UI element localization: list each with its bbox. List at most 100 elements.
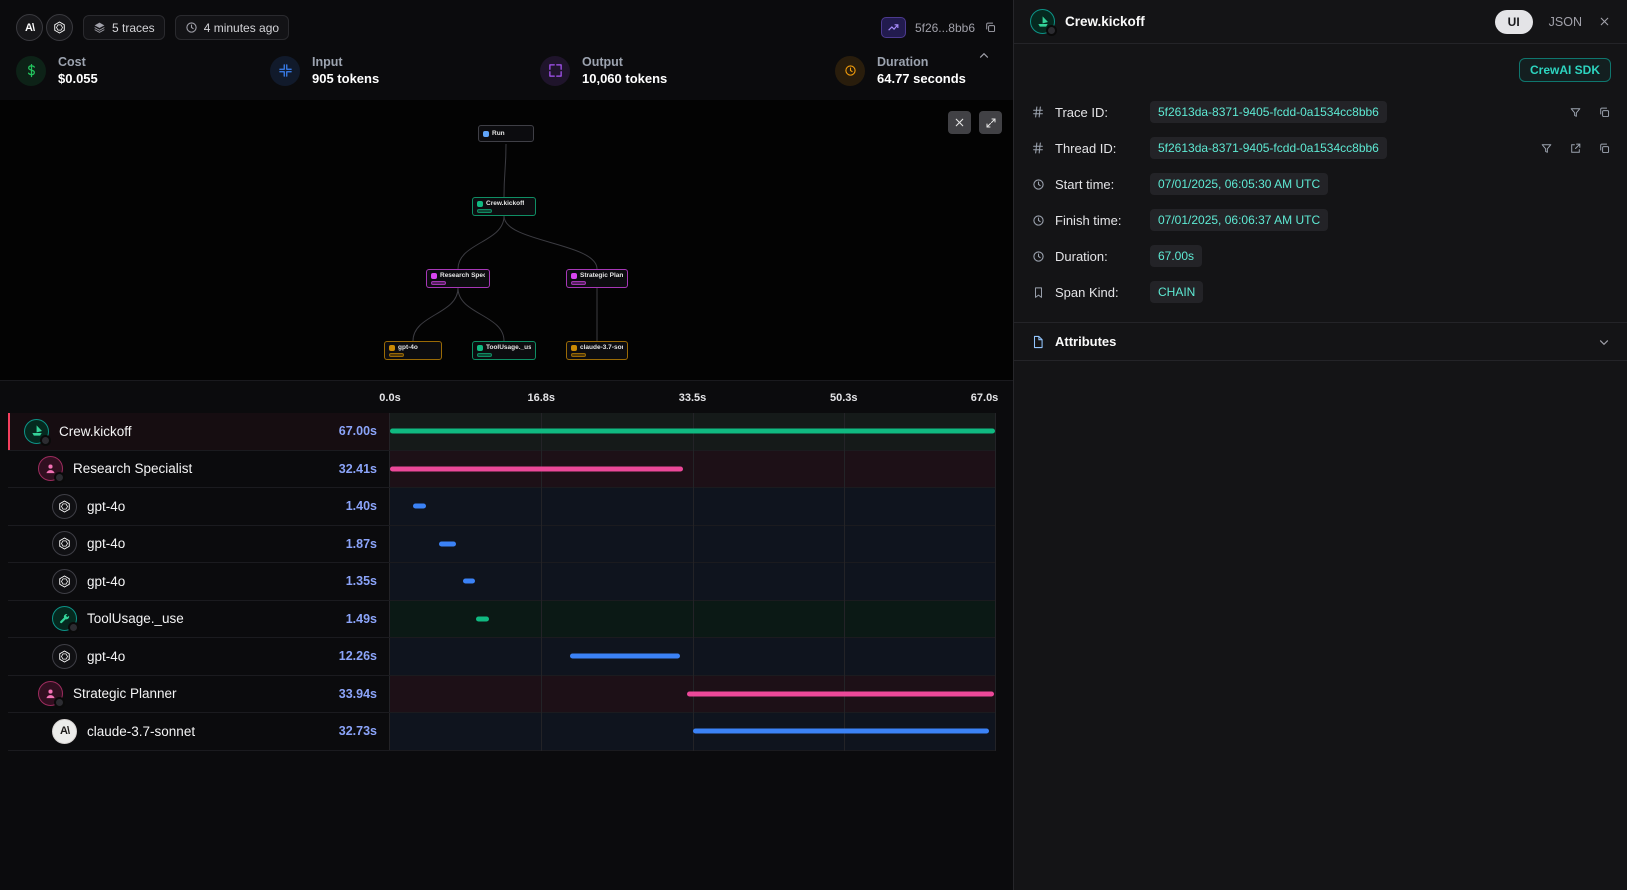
node-duration-pill	[477, 209, 492, 213]
metric-item: Duration 64.77 seconds	[835, 55, 966, 86]
traces-count-badge[interactable]: 5 traces	[83, 15, 165, 40]
openai-icon	[52, 644, 77, 669]
metric-value: 64.77 seconds	[877, 71, 966, 86]
span-name: Crew.kickoff	[59, 424, 132, 439]
close-panel-button[interactable]	[1598, 15, 1611, 28]
span-name: gpt-4o	[87, 499, 125, 514]
graph-node-claude[interactable]: claude-3.7-sonnet	[566, 341, 628, 360]
metric-item: Cost $0.055	[16, 55, 270, 86]
filter-button[interactable]	[1540, 142, 1553, 155]
timeline-track	[390, 451, 995, 488]
span-header-actions: UI JSON	[1495, 10, 1611, 34]
detail-row: Duration: 67.00s	[1014, 238, 1627, 274]
agentops-sub-badge-icon	[1046, 25, 1057, 36]
span-bar[interactable]	[390, 466, 683, 471]
span-duration: 1.87s	[346, 537, 389, 551]
file-icon	[1030, 335, 1046, 349]
timeline-row[interactable]: ToolUsage._use 1.49s	[8, 601, 995, 639]
traces-count-label: 5 traces	[112, 21, 155, 35]
timeline-row[interactable]: gpt-4o 12.26s	[8, 638, 995, 676]
span-bar[interactable]	[476, 616, 489, 621]
tab-json[interactable]: JSON	[1549, 15, 1582, 29]
node-label: gpt-4o	[398, 344, 418, 351]
tab-ui[interactable]: UI	[1495, 10, 1533, 34]
graph-node-tool[interactable]: ToolUsage._use	[472, 341, 536, 360]
axis-tick: 50.3s	[830, 392, 858, 404]
span-bar[interactable]	[570, 654, 681, 659]
timeline-track	[390, 638, 995, 675]
detail-value: 5f2613da-8371-9405-fcdd-0a1534cc8bb6	[1150, 101, 1387, 123]
timeline-row[interactable]: gpt-4o 1.87s	[8, 526, 995, 564]
metric-value: 905 tokens	[312, 71, 379, 86]
detail-actions	[1540, 142, 1611, 155]
span-duration: 32.73s	[339, 724, 389, 738]
time-ago-badge: 4 minutes ago	[175, 15, 289, 40]
timeline-track	[390, 713, 995, 750]
graph-expand-button[interactable]	[979, 111, 1002, 134]
axis-tick: 0.0s	[379, 392, 400, 404]
detail-label: Span Kind:	[1055, 285, 1141, 300]
node-label: Run	[492, 130, 505, 137]
trace-short-id: 5f26...8bb6	[915, 21, 975, 35]
anthropic-logo-icon: A\	[16, 14, 43, 41]
graph-close-button[interactable]	[948, 111, 971, 134]
detail-row: Start time: 07/01/2025, 06:05:30 AM UTC	[1014, 166, 1627, 202]
copy-trace-id-button[interactable]	[984, 21, 997, 34]
span-bar[interactable]	[439, 541, 456, 546]
copy-button[interactable]	[1598, 142, 1611, 155]
timeline-row[interactable]: Strategic Planner 33.94s	[8, 676, 995, 714]
attributes-section-toggle[interactable]: Attributes	[1014, 322, 1627, 361]
clock-icon	[1030, 214, 1046, 227]
clock-icon	[1030, 250, 1046, 263]
collapse-metrics-button[interactable]	[977, 49, 991, 66]
axis-tick: 67.0s	[971, 392, 999, 404]
span-bar[interactable]	[413, 504, 426, 509]
anthropic-icon: A\	[52, 719, 77, 744]
inputarrows-icon	[270, 56, 300, 86]
timeline-row[interactable]: A\ claude-3.7-sonnet 32.73s	[8, 713, 995, 751]
span-bar[interactable]	[687, 691, 993, 696]
span-bar[interactable]	[390, 429, 995, 434]
agent-icon	[38, 681, 63, 706]
span-bar[interactable]	[463, 579, 475, 584]
axis-tick: 33.5s	[679, 392, 707, 404]
span-bar[interactable]	[693, 729, 989, 734]
openai-icon	[52, 569, 77, 594]
detail-value: 5f2613da-8371-9405-fcdd-0a1534cc8bb6	[1150, 137, 1387, 159]
detail-label: Thread ID:	[1055, 141, 1141, 156]
graph-node-research[interactable]: Research Specialist	[426, 269, 490, 288]
node-label: Strategic Planner	[580, 272, 623, 279]
span-duration: 1.49s	[346, 612, 389, 626]
timeline-track	[390, 563, 995, 600]
openai-icon	[52, 494, 77, 519]
timeline-row[interactable]: Crew.kickoff 67.00s	[8, 413, 995, 451]
trace-graph: Run Crew.kickoff Research Specialist Str…	[0, 100, 1013, 381]
timeline-row[interactable]: gpt-4o 1.35s	[8, 563, 995, 601]
span-details-panel: Crew.kickoff UI JSON CrewAI SDK Trace ID…	[1014, 0, 1627, 890]
attributes-label: Attributes	[1055, 334, 1116, 349]
filter-button[interactable]	[1569, 106, 1582, 119]
external-button[interactable]	[1569, 142, 1582, 155]
span-duration: 32.41s	[339, 462, 389, 476]
timeline-row[interactable]: Research Specialist 32.41s	[8, 451, 995, 489]
graph-node-crew[interactable]: Crew.kickoff	[472, 197, 536, 216]
sdk-badge[interactable]: CrewAI SDK	[1519, 58, 1611, 82]
crew-icon	[1030, 9, 1055, 34]
detail-label: Finish time:	[1055, 213, 1141, 228]
layers-icon	[93, 21, 106, 34]
node-duration-pill	[571, 281, 586, 285]
copy-button[interactable]	[1598, 106, 1611, 119]
node-label: claude-3.7-sonnet	[580, 344, 623, 351]
detail-row: Finish time: 07/01/2025, 06:06:37 AM UTC	[1014, 202, 1627, 238]
trace-topbar: A\ 5 traces 4 minutes ago 5f26...8bb6	[0, 0, 1013, 47]
graph-node-gpt[interactable]: gpt-4o	[384, 341, 442, 360]
node-type-icon	[571, 345, 577, 351]
node-type-icon	[477, 345, 483, 351]
graph-node-run[interactable]: Run	[478, 125, 534, 142]
timeline-row[interactable]: gpt-4o 1.40s	[8, 488, 995, 526]
timeline-track	[390, 526, 995, 563]
topbar-right: 5f26...8bb6	[881, 17, 997, 38]
graph-node-strategic[interactable]: Strategic Planner	[566, 269, 628, 288]
trace-main-panel: A\ 5 traces 4 minutes ago 5f26...8bb6	[0, 0, 1014, 890]
node-label: Crew.kickoff	[486, 200, 524, 207]
